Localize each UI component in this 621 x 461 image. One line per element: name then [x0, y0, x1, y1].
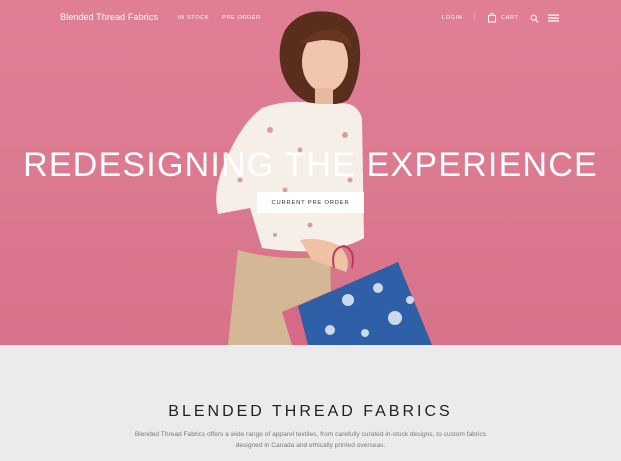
nav-link-pre-order[interactable]: PRE ORDER — [222, 15, 261, 21]
hero-banner: Blended Thread Fabrics IN STOCK PRE ORDE… — [0, 0, 621, 345]
hero-title: REDESIGNING THE EXPERIENCE — [23, 146, 598, 184]
brand-logo-text[interactable]: Blended Thread Fabrics — [60, 12, 158, 22]
nav-link-cart[interactable]: CART — [501, 15, 519, 21]
nav-link-in-stock[interactable]: IN STOCK — [178, 15, 209, 21]
search-icon[interactable] — [530, 14, 539, 23]
nav-link-login[interactable]: LOGIN — [442, 15, 462, 21]
cart-icon[interactable] — [487, 12, 497, 23]
menu-icon[interactable] — [548, 14, 559, 22]
about-title: BLENDED THREAD FABRICS — [168, 403, 453, 420]
about-section: BLENDED THREAD FABRICS Blended Thread Fa… — [0, 345, 621, 461]
about-description: Blended Thread Fabrics offers a wide ran… — [100, 429, 521, 451]
nav-separator: | — [474, 14, 476, 20]
about-description-line-1: Blended Thread Fabrics offers a wide ran… — [134, 431, 487, 438]
top-navigation: Blended Thread Fabrics IN STOCK PRE ORDE… — [0, 0, 621, 40]
about-description-line-2: designed in Canada and ethically printed… — [235, 442, 386, 449]
current-pre-order-button[interactable]: CURRENT PRE ORDER — [257, 192, 364, 213]
